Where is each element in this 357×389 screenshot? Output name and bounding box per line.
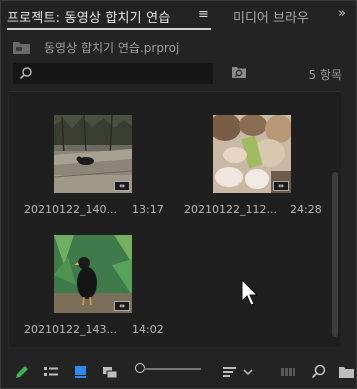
tab-media-browser[interactable]: 미디어 브라우 (233, 7, 309, 26)
project-file-row: 동영상 합치기 연습.prproj (13, 38, 343, 58)
zoom-slider[interactable] (144, 368, 201, 370)
clip-duration: 13:17 (132, 203, 164, 216)
chevron-down-icon[interactable] (242, 363, 254, 381)
pencil-icon[interactable] (13, 363, 31, 381)
video-badge-icon: ⇹ (114, 301, 130, 311)
active-tab-underline (7, 28, 211, 30)
video-badge-icon: ⇹ (273, 181, 289, 191)
freeform-view-icon[interactable] (101, 363, 119, 381)
find-icon[interactable] (310, 363, 328, 381)
clip-thumbnail[interactable]: ⇹ (54, 115, 132, 193)
sort-icon[interactable] (221, 363, 239, 381)
video-badge-icon: ⇹ (114, 181, 130, 191)
clip-duration: 14:02 (132, 323, 164, 336)
clip-name: 20210122_143... (24, 323, 117, 336)
new-bin-icon[interactable] (338, 363, 356, 381)
clip-name: 20210122_112... (184, 203, 277, 216)
bottom-toolbar (1, 357, 356, 388)
list-view-icon[interactable] (42, 363, 60, 381)
icon-view-icon[interactable] (72, 363, 90, 381)
project-panel: 프로젝트: 동영상 합치기 연습 ≡ 미디어 브라우 » 동영상 합치기 연습.… (0, 0, 357, 389)
media-item[interactable]: ⇹ 20210122_143... 14:02 (9, 222, 165, 346)
clip-thumbnail[interactable]: ⇹ (54, 235, 132, 313)
media-item[interactable]: ⇹ 20210122_112... 24:28 (172, 92, 328, 216)
automate-to-sequence-icon[interactable] (279, 363, 297, 381)
media-item[interactable]: ⇹ 20210122_140... 13:17 (9, 92, 165, 216)
media-grid: ⇹ 20210122_140... 13:17 ⇹ 20210122_112..… (9, 91, 341, 347)
tab-overflow-icon[interactable]: » (338, 6, 346, 21)
search-box[interactable] (13, 63, 213, 84)
clip-duration: 24:28 (290, 203, 322, 216)
panel-tab-bar: 프로젝트: 동영상 합치기 연습 ≡ 미디어 브라우 » (1, 1, 356, 32)
grid-scrollbar[interactable] (332, 172, 338, 337)
clip-name: 20210122_140... (24, 203, 117, 216)
panel-menu-icon[interactable]: ≡ (198, 7, 209, 22)
search-input[interactable] (35, 65, 205, 82)
mouse-cursor-icon (241, 279, 259, 306)
clip-thumbnail[interactable]: ⇹ (213, 115, 291, 193)
item-count: 5 항목 (308, 68, 342, 82)
project-filename: 동영상 합치기 연습.prproj (44, 41, 180, 55)
tab-project[interactable]: 프로젝트: 동영상 합치기 연습 (7, 7, 171, 26)
find-bin-icon[interactable] (231, 64, 247, 80)
search-icon (19, 67, 32, 80)
project-folder-icon (13, 42, 30, 54)
